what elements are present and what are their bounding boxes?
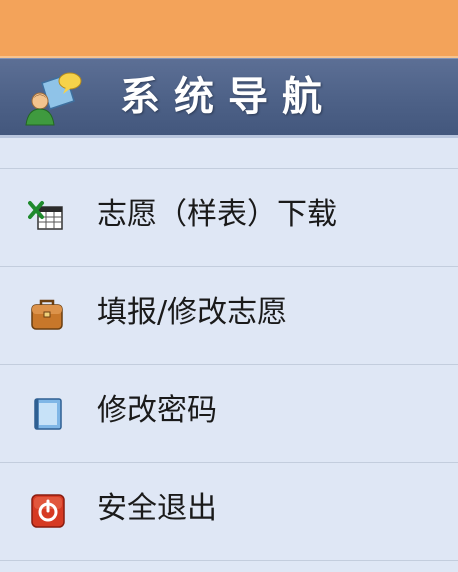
menu-label-download-form: 志愿（样表）下载 xyxy=(97,197,337,232)
menu-item-logout[interactable]: 安全退出 xyxy=(0,463,458,561)
top-bar xyxy=(0,0,458,58)
menu-label-fill-modify: 填报/修改志愿 xyxy=(97,295,288,330)
user-chat-icon xyxy=(22,71,84,127)
menu-item-change-password[interactable]: 修改密码 xyxy=(0,365,458,463)
excel-download-icon xyxy=(28,199,68,235)
power-icon xyxy=(28,493,68,529)
menu-label-change-password: 修改密码 xyxy=(97,393,217,428)
menu-item-fill-modify[interactable]: 填报/修改志愿 xyxy=(0,267,458,365)
menu-label-logout: 安全退出 xyxy=(97,491,217,526)
nav-header: 系统导航 xyxy=(0,58,458,138)
notepad-icon xyxy=(28,395,68,431)
nav-menu: 志愿（样表）下载 填报/修改志愿 修改密码 安全退出 xyxy=(0,168,458,561)
nav-title: 系统导航 xyxy=(120,74,336,120)
menu-item-download-form[interactable]: 志愿（样表）下载 xyxy=(0,168,458,267)
briefcase-icon xyxy=(28,297,68,333)
